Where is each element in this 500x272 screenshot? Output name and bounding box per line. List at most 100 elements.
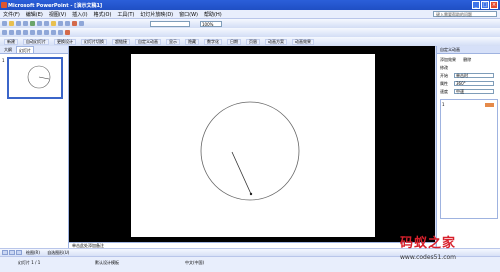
menu-format[interactable]: 格式(O) (94, 11, 112, 18)
site-watermark: 码蚁之家 www.codes51.com (400, 232, 496, 268)
tb-button-design[interactable]: 更换设计 (54, 39, 76, 45)
thumbnail-drawing (27, 65, 51, 89)
numbering-icon[interactable] (51, 30, 56, 35)
tb-button-transition[interactable]: 幻灯片切换 (81, 39, 107, 45)
maximize-button[interactable]: □ (481, 1, 489, 9)
align-right-icon[interactable] (44, 30, 49, 35)
tb-button-hyperlink[interactable]: 超链接 (112, 39, 130, 45)
menu-items: 文件(F) 编辑(E) 视图(V) 插入(I) 格式(O) 工具(T) 幻灯片放… (3, 11, 222, 18)
tab-outline[interactable]: 大纲 (2, 46, 14, 53)
tb-button-header[interactable]: 页眉 (246, 39, 260, 45)
circle-shape[interactable] (200, 101, 300, 201)
window-controls: _ □ × (472, 1, 498, 9)
slides-pane: 大纲 幻灯片 1 (0, 46, 69, 248)
cut-icon[interactable] (37, 21, 42, 26)
minimize-button[interactable]: _ (472, 1, 480, 9)
speed-select[interactable]: 中速 (454, 89, 494, 94)
chart-icon[interactable] (72, 21, 77, 26)
slide-drawing (200, 101, 300, 201)
status-language: 中文(中国) (185, 260, 205, 265)
powerpoint-icon (1, 2, 7, 8)
menu-help[interactable]: 帮助(H) (204, 11, 222, 18)
italic-icon[interactable] (9, 30, 14, 35)
speed-label: 速度 (440, 89, 448, 94)
help-search-input[interactable]: 键入需要帮助的问题 (433, 11, 497, 17)
formatting-toolbar-icons (2, 30, 70, 35)
animation-item-number: 1 (442, 102, 445, 107)
close-button[interactable]: × (490, 1, 498, 9)
add-effect-button[interactable]: 添加效果 (440, 57, 456, 62)
tb-button-date[interactable]: 日期 (227, 39, 241, 45)
print-icon[interactable] (23, 21, 28, 26)
radius-line-shape[interactable] (231, 151, 252, 195)
save-icon[interactable] (16, 21, 21, 26)
paste-icon[interactable] (51, 21, 56, 26)
tb-button-custom-animation[interactable]: 自定义动画 (135, 39, 161, 45)
tb-button-show[interactable]: 显示 (166, 39, 180, 45)
menu-tools[interactable]: 工具(T) (117, 11, 134, 18)
tb-button-auto-slide[interactable]: 自动幻灯片 (23, 39, 49, 45)
new-icon[interactable] (2, 21, 7, 26)
open-icon[interactable] (9, 21, 14, 26)
draw-menu[interactable]: 绘图(R) (26, 250, 40, 255)
start-row: 开始 单击时 (440, 73, 498, 79)
shadow-icon[interactable] (23, 30, 28, 35)
tb-button-animation-scheme[interactable]: 动画方案 (265, 39, 287, 45)
menu-window[interactable]: 窗口(W) (179, 11, 198, 18)
align-center-icon[interactable] (37, 30, 42, 35)
view-buttons (2, 250, 22, 255)
spellcheck-icon[interactable] (30, 21, 35, 26)
bold-icon[interactable] (2, 30, 7, 35)
slide-editing-area (69, 46, 435, 242)
status-design: 默认设计模板 (95, 260, 119, 265)
tab-slides[interactable]: 幻灯片 (16, 46, 34, 53)
menu-insert[interactable]: 插入(I) (72, 11, 87, 18)
menu-edit[interactable]: 编辑(E) (26, 11, 43, 18)
sorter-view-button[interactable] (9, 250, 15, 255)
slideshow-view-button[interactable] (16, 250, 22, 255)
undo-icon[interactable] (58, 21, 63, 26)
font-color-icon[interactable] (65, 30, 70, 35)
redo-icon[interactable] (65, 21, 70, 26)
slide-thumbnail[interactable] (7, 57, 63, 99)
watermark-title: 码蚁之家 (400, 236, 457, 251)
task-pane-title: 自定义动画 (437, 46, 500, 54)
align-left-icon[interactable] (30, 30, 35, 35)
zoom-field[interactable]: 100% (200, 21, 222, 27)
tasks-toolbar-buttons: 新建 自动幻灯片 更换设计 幻灯片切换 超链接 自定义动画 显示 隐藏 数字化 … (4, 39, 314, 45)
table-icon[interactable] (79, 21, 84, 26)
bullets-icon[interactable] (58, 30, 63, 35)
standard-toolbar-icons (2, 21, 84, 26)
animation-item[interactable]: 1 (442, 102, 496, 108)
property-select[interactable]: 360° (454, 81, 494, 86)
copy-icon[interactable] (44, 21, 49, 26)
animation-timing-bar (485, 103, 494, 107)
start-label: 开始 (440, 73, 448, 78)
font-name-field[interactable] (150, 21, 190, 27)
slide-number: 1 (2, 58, 5, 63)
autoshapes-menu[interactable]: 自选图形(U) (47, 250, 69, 255)
tb-button-new[interactable]: 新建 (4, 39, 18, 45)
normal-view-button[interactable] (2, 250, 8, 255)
tb-button-hide[interactable]: 隐藏 (185, 39, 199, 45)
underline-icon[interactable] (16, 30, 21, 35)
menu-view[interactable]: 视图(V) (49, 11, 66, 18)
menu-slideshow[interactable]: 幻灯片放映(D) (140, 11, 173, 18)
tb-button-digitize[interactable]: 数字化 (204, 39, 222, 45)
start-select[interactable]: 单击时 (454, 73, 494, 78)
speed-row: 速度 中速 (440, 89, 498, 95)
line-endpoint-handle[interactable] (249, 192, 253, 196)
custom-animation-task-pane: 自定义动画 添加效果 删除 修改 开始 单击时 属性 360° 速度 中速 1 (436, 46, 500, 248)
title-bar: Microsoft PowerPoint - [演示文稿1] _ □ × (0, 0, 500, 10)
window-title: Microsoft PowerPoint - [演示文稿1] (8, 3, 103, 9)
tb-button-animation-effect[interactable]: 动画效果 (292, 39, 314, 45)
remove-button[interactable]: 删除 (463, 57, 471, 62)
menu-file[interactable]: 文件(F) (3, 11, 20, 18)
add-effect-row: 添加效果 删除 (440, 57, 498, 63)
slide-canvas[interactable] (131, 54, 375, 237)
watermark-url: www.codes51.com (400, 254, 457, 261)
thumbnail-radius-line (38, 76, 50, 80)
property-label: 属性 (440, 81, 448, 86)
pane-tabs: 大纲 幻灯片 (0, 46, 68, 54)
status-slide: 幻灯片 1 / 1 (18, 260, 41, 265)
